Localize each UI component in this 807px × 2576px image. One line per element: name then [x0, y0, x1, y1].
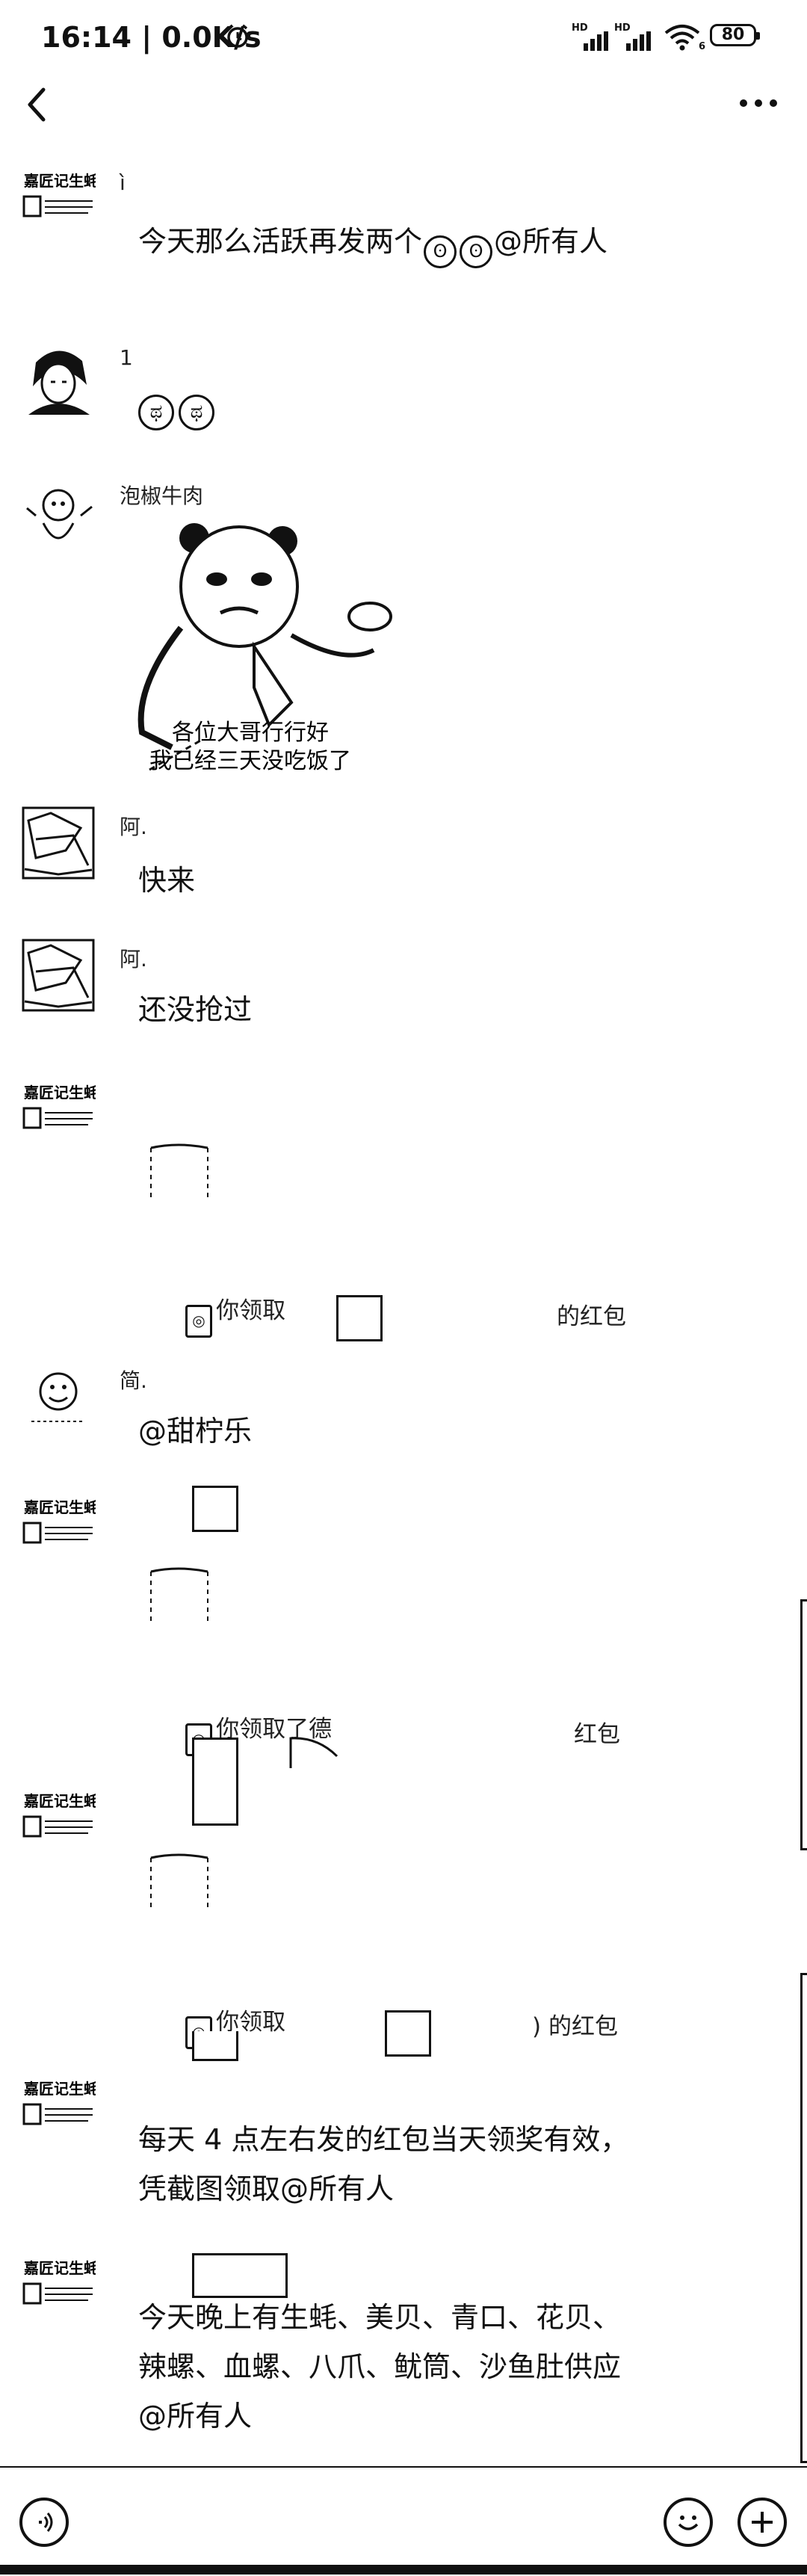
- mention-all[interactable]: @所有人: [494, 225, 607, 258]
- message-line: 今天晚上有生蚝、美贝、青口、花贝、: [138, 2301, 622, 2334]
- message-line: 凭截图领取@所有人: [138, 2172, 395, 2205]
- emoji-button[interactable]: [664, 2498, 713, 2547]
- scroll-edge-indicator: [800, 1599, 807, 1850]
- more-options-icon[interactable]: [736, 88, 781, 118]
- sticker-caption-1: 各位大哥行行好: [172, 720, 329, 746]
- group-logo-icon: 嘉匠记生蚝: [22, 1792, 99, 1838]
- redpacket-text-suffix[interactable]: 红包: [574, 1715, 620, 1749]
- avatar-group-logo[interactable]: 嘉匠记生蚝: [21, 2255, 99, 2330]
- svg-text:嘉匠记生蚝: 嘉匠记生蚝: [23, 172, 96, 190]
- grin-emoji-icon: ʘ: [460, 235, 493, 268]
- svg-text:嘉匠记生蚝: 嘉匠记生蚝: [23, 1792, 96, 1810]
- group-logo-icon: 嘉匠记生蚝: [22, 1498, 99, 1544]
- battery-indicator: 80: [710, 24, 760, 46]
- svg-text:嘉匠记生蚝: 嘉匠记生蚝: [23, 1084, 96, 1102]
- svg-text:嘉匠记生蚝: 嘉匠记生蚝: [23, 2080, 96, 2098]
- plus-icon: [752, 2512, 773, 2533]
- scroll-edge-indicator: [800, 1973, 807, 2463]
- group-logo-icon: 嘉匠记生蚝: [22, 1084, 99, 1129]
- sticker-caption-2: 我已经三天没吃饭了: [149, 748, 351, 774]
- redpacket-text-suffix[interactable]: 的红包: [557, 1297, 626, 1331]
- anime-avatar-icon: [28, 350, 90, 415]
- avatar-group-logo[interactable]: 嘉匠记生蚝: [21, 1080, 99, 1155]
- back-icon[interactable]: [21, 82, 51, 127]
- message-text: 快来: [138, 864, 196, 897]
- avatar-group-logo[interactable]: 嘉匠记生蚝: [21, 168, 99, 243]
- sticker-panda-meme[interactable]: 各位大哥行行好 我已经三天没吃饭了: [120, 516, 418, 792]
- red-packet-fragment[interactable]: [148, 1566, 212, 1625]
- redpacket-text-suffix[interactable]: ) 的红包: [532, 2007, 618, 2041]
- group-logo-icon: 嘉匠记生蚝: [22, 2259, 99, 2305]
- redpacket-text-prefix: 你领取: [216, 1297, 286, 1324]
- grin-emoji-icon: ʘ: [424, 235, 457, 268]
- smiley-avatar-icon: [31, 1372, 85, 1422]
- cartoon-avatar-icon: [26, 489, 93, 540]
- avatar-group-logo[interactable]: 嘉匠记生蚝: [21, 2076, 99, 2151]
- wifi-icon: 6: [664, 24, 705, 52]
- image-fragment: [385, 2010, 431, 2057]
- message-line: 每天 4 点左右发的红包当天领奖有效，: [138, 2123, 629, 2156]
- sender-name: 泡椒牛肉: [120, 484, 204, 508]
- crying-emoji-icon: ಥ: [138, 395, 174, 430]
- message-text[interactable]: @甜柠乐: [138, 1406, 252, 1456]
- sender-name: 阿.: [120, 947, 147, 972]
- image-fragment: [192, 1486, 238, 1532]
- svg-text:嘉匠记生蚝: 嘉匠记生蚝: [23, 1498, 96, 1516]
- image-fragment: [192, 2253, 288, 2298]
- avatar-anime[interactable]: [21, 340, 96, 415]
- sender-name: 简.: [120, 1368, 147, 1393]
- sender-name: 1: [120, 345, 133, 370]
- avatar-cartoon[interactable]: [21, 478, 96, 553]
- input-toolbar: [0, 2466, 807, 2576]
- message-text: 还没抢过: [138, 993, 253, 1022]
- mention-all[interactable]: @所有人: [138, 2391, 706, 2441]
- voice-icon: [39, 2512, 53, 2532]
- alarm-icon: [227, 24, 248, 48]
- crying-emoji-icon: ಥ: [179, 395, 214, 430]
- red-packet-fragment[interactable]: [148, 1852, 212, 1912]
- emoji-icon: [678, 2515, 699, 2530]
- sender-name: ì: [120, 170, 126, 195]
- system-nav-bar: [0, 2565, 807, 2575]
- redpacket-notice: ◎ 你领取: [185, 1291, 285, 1338]
- avatar-sketch[interactable]: [21, 806, 96, 880]
- avatar-sketch[interactable]: [21, 938, 96, 1013]
- red-packet-fragment[interactable]: [148, 1142, 212, 1202]
- message-text: 今天晚上有生蚝、美贝、青口、花贝、 辣螺、血螺、八爪、鱿筒、沙鱼肚供应 @所有人: [138, 2293, 706, 2441]
- avatar-group-logo[interactable]: 嘉匠记生蚝: [21, 1495, 99, 1569]
- avatar-smiley[interactable]: [21, 1362, 96, 1436]
- image-fragment: [336, 1295, 383, 1341]
- image-fragment-curve: [289, 1737, 338, 1768]
- redpacket-icon: ◎: [185, 1305, 212, 1338]
- group-logo-icon: 嘉匠记生蚝: [22, 2080, 99, 2125]
- panda-meme-image: 各位大哥行行好 我已经三天没吃饭了: [137, 523, 392, 774]
- message-text: 每天 4 点左右发的红包当天领奖有效， 凭截图领取@所有人: [138, 2115, 706, 2214]
- voice-input-button[interactable]: [19, 2498, 69, 2547]
- emoji-message: ಥಥ: [138, 395, 214, 430]
- svg-text:嘉匠记生蚝: 嘉匠记生蚝: [23, 2259, 96, 2277]
- group-logo-icon: 嘉匠记生蚝: [22, 172, 99, 217]
- sketch-avatar-icon: [22, 806, 95, 880]
- message-text-body: 今天那么活跃再发两个: [138, 225, 423, 258]
- sender-name: 阿.: [120, 815, 147, 839]
- status-sep: |: [141, 21, 162, 54]
- image-fragment: [192, 1738, 238, 1826]
- message-line: 辣螺、血螺、八爪、鱿筒、沙鱼肚供应: [138, 2350, 622, 2383]
- image-fragment: [192, 2031, 238, 2061]
- sketch-avatar-icon: [22, 939, 95, 1012]
- more-functions-button[interactable]: [738, 2498, 787, 2547]
- message-text: 今天那么活跃再发两个 ʘ ʘ @所有人: [138, 217, 607, 268]
- status-time: 16:14: [41, 21, 132, 54]
- avatar-group-logo[interactable]: 嘉匠记生蚝: [21, 1788, 99, 1863]
